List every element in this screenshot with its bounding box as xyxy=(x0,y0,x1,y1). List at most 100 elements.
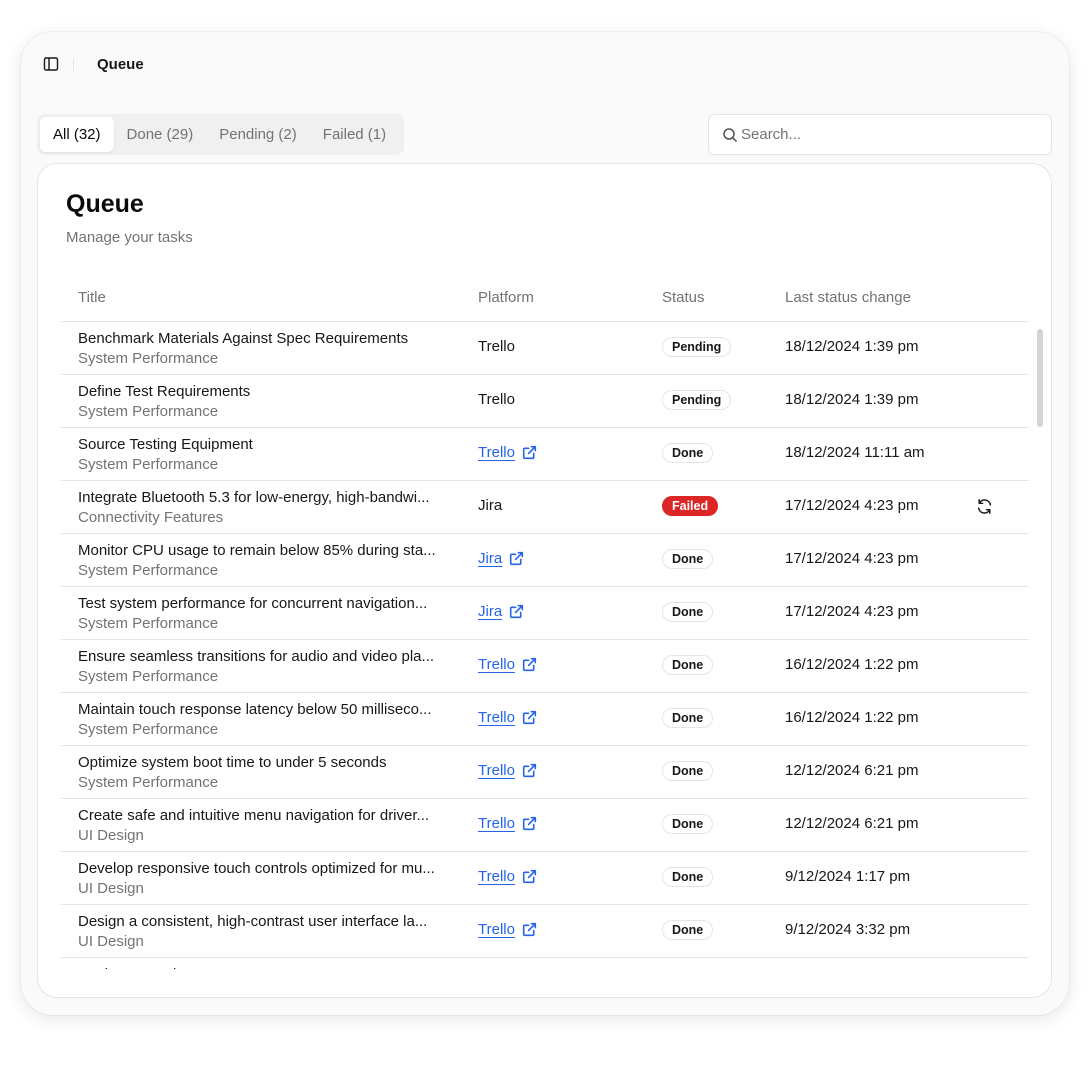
tab-done[interactable]: Done (29) xyxy=(114,117,207,152)
task-title-cell: Integrate Bluetooth 5.3 for low-energy, … xyxy=(78,488,453,528)
task-category: System Performance xyxy=(78,774,219,791)
table-row[interactable]: Optimize system boot time to under 5 sec… xyxy=(61,746,1029,799)
external-link-icon[interactable] xyxy=(522,816,537,831)
last-status-change: 9/12/2024 3:32 pm xyxy=(785,921,911,938)
external-link-icon[interactable] xyxy=(509,604,524,619)
external-link-icon[interactable] xyxy=(522,710,537,725)
task-title-cell: Optimize system boot time to under 5 sec… xyxy=(78,753,453,793)
table-row[interactable]: Test system performance for concurrent n… xyxy=(61,587,1029,640)
status-badge: Done xyxy=(662,920,714,940)
table-row[interactable]: Integrate Bluetooth 5.3 for low-energy, … xyxy=(61,481,1029,534)
refresh-icon[interactable] xyxy=(976,498,993,515)
search-input[interactable] xyxy=(741,115,1041,154)
platform-name: Trello xyxy=(478,391,515,408)
task-category: System Performance xyxy=(78,456,219,473)
sidebar-toggle-icon[interactable] xyxy=(43,56,59,72)
status-cell: Done xyxy=(662,708,714,728)
platform-link[interactable]: Trello xyxy=(478,444,515,461)
external-link-icon[interactable] xyxy=(522,763,537,778)
status-cell: Done xyxy=(662,602,714,622)
last-status-change: 17/12/2024 4:23 pm xyxy=(785,550,919,567)
last-status-change: 18/12/2024 11:11 am xyxy=(785,444,925,461)
platform-cell: Trello xyxy=(478,656,537,673)
status-badge: Done xyxy=(662,761,714,781)
platform-cell: Trello xyxy=(478,709,537,726)
status-badge: Done xyxy=(662,655,714,675)
status-badge: Done xyxy=(662,549,714,569)
platform-link[interactable]: Trello xyxy=(478,815,515,832)
breadcrumb: Queue xyxy=(97,56,144,73)
column-header-last-status-change[interactable]: Last status change xyxy=(785,289,911,306)
app-window: Queue All (32) Done (29) Pending (2) Failed… xyxy=(21,32,1069,1015)
table-row[interactable]: Maintain touch response latency below 50… xyxy=(61,693,1029,746)
column-header-platform[interactable]: Platform xyxy=(478,289,534,306)
scrollbar-thumb[interactable] xyxy=(1037,329,1043,427)
platform-cell: Trello xyxy=(478,815,537,832)
platform-cell: Trello xyxy=(478,338,515,355)
task-title: Maintain touch response latency below 50… xyxy=(78,701,432,718)
table-row[interactable]: Create safe and intuitive menu navigatio… xyxy=(61,799,1029,852)
status-badge: Pending xyxy=(662,390,732,410)
table-row[interactable]: Source Testing Equipment System Performan… xyxy=(61,428,1029,481)
table-row[interactable]: Monitor CPU usage to remain below 85% du… xyxy=(61,534,1029,587)
last-status-change: 18/12/2024 1:39 pm xyxy=(785,338,919,355)
platform-link[interactable]: Jira xyxy=(478,550,502,567)
task-title: Develop responsive touch controls optimi… xyxy=(78,860,435,877)
task-title-cell: Maintain touch response latency below 50… xyxy=(78,700,453,740)
external-link-icon[interactable] xyxy=(522,922,537,937)
platform-link[interactable]: Trello xyxy=(478,921,515,938)
last-status-change: 17/12/2024 4:23 pm xyxy=(785,603,919,620)
search-box[interactable] xyxy=(708,114,1052,155)
platform-cell: Trello xyxy=(478,762,537,779)
platform-name: Trello xyxy=(478,338,515,355)
platform-link[interactable]: Trello xyxy=(478,868,515,885)
column-header-status[interactable]: Status xyxy=(662,289,705,306)
task-title-cell: Test system performance for concurrent n… xyxy=(78,594,453,634)
task-title: Define Test Requirements xyxy=(78,383,251,400)
last-status-change: 12/12/2024 6:21 pm xyxy=(785,762,919,779)
last-status-change: 12/12/2024 6:21 pm xyxy=(785,815,919,832)
task-title-cell: Ensure seamless transitions for audio an… xyxy=(78,647,453,687)
task-title-cell: Design a consistent, high-contrast user … xyxy=(78,912,453,952)
search-icon xyxy=(723,128,738,143)
table-row[interactable]: Define Test Requirements System Performan… xyxy=(61,375,1029,428)
platform-cell: Jira xyxy=(478,550,524,567)
platform-link[interactable]: Jira xyxy=(478,603,502,620)
status-cell: Done xyxy=(662,549,714,569)
status-badge: Done xyxy=(662,867,714,887)
external-link-icon[interactable] xyxy=(509,551,524,566)
tab-pending[interactable]: Pending (2) xyxy=(206,117,310,152)
platform-link[interactable]: Trello xyxy=(478,709,515,726)
table-row[interactable]: Design a consistent, ...UI DesignTrelloD… xyxy=(61,958,1029,969)
tab-failed[interactable]: Failed (1) xyxy=(310,117,399,152)
status-cell: Done xyxy=(662,867,714,887)
external-link-icon[interactable] xyxy=(522,657,537,672)
column-header-title[interactable]: Title xyxy=(78,289,106,306)
status-cell: Done xyxy=(662,443,714,463)
table-row[interactable]: Design a consistent, high-contrast user … xyxy=(61,905,1029,958)
table-row[interactable]: Benchmark Materials Against Spec Require… xyxy=(61,322,1029,375)
status-cell: Pending xyxy=(662,390,732,410)
task-title-cell: Source Testing Equipment System Performan… xyxy=(78,435,453,475)
task-title: Optimize system boot time to under 5 sec… xyxy=(78,754,387,771)
platform-link[interactable]: Trello xyxy=(478,656,515,673)
status-cell: Pending xyxy=(662,337,732,357)
table-row[interactable]: Ensure seamless transitions for audio an… xyxy=(61,640,1029,693)
status-cell: Done xyxy=(662,655,714,675)
table-row[interactable]: Develop responsive touch controls optimi… xyxy=(61,852,1029,905)
divider xyxy=(73,58,74,72)
external-link-icon[interactable] xyxy=(522,445,537,460)
queue-card: Queue Manage your tasks Title Platform S… xyxy=(37,163,1052,998)
platform-link[interactable]: Trello xyxy=(478,762,515,779)
task-category: System Performance xyxy=(78,403,219,420)
status-badge: Failed xyxy=(662,496,719,516)
platform-name: Jira xyxy=(478,497,503,514)
status-cell: Done xyxy=(662,814,714,834)
external-link-icon[interactable] xyxy=(522,869,537,884)
tab-all[interactable]: All (32) xyxy=(40,117,114,152)
task-category: UI Design xyxy=(78,880,144,897)
task-title-cell: Benchmark Materials Against Spec Require… xyxy=(78,329,453,369)
status-cell: Failed xyxy=(662,496,719,516)
status-badge: Done xyxy=(662,814,714,834)
last-status-change: 17/12/2024 4:23 pm xyxy=(785,497,919,514)
